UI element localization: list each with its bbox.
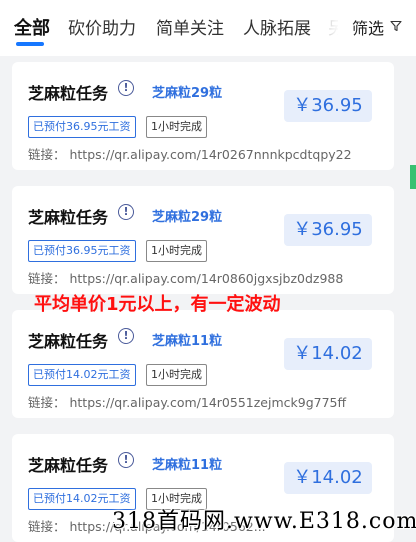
annotation-caption: 平均单价1元以上，有一定波动 [34, 294, 281, 315]
task-title: 芝麻粒任务 [28, 84, 109, 103]
task-title: 芝麻粒任务 [28, 208, 109, 227]
filter-button[interactable]: 筛选 [338, 12, 416, 46]
tab-bargain-help[interactable]: 砍价助力 [68, 14, 136, 39]
prepaid-badge: 已预付14.02元工资 [28, 364, 136, 386]
tab-all[interactable]: 全部 [14, 14, 50, 40]
help-icon[interactable]: ! [118, 204, 134, 220]
tab-simple-follow[interactable]: 简单关注 [156, 14, 224, 39]
help-icon[interactable]: ! [118, 80, 134, 96]
reward-label: 芝麻粒29粒 [152, 86, 223, 101]
reward-label: 芝麻粒29粒 [152, 210, 223, 225]
task-card[interactable]: 芝麻粒任务 ! 芝麻粒29粒 已预付36.95元工资 1小时完成 ￥36.95 … [12, 186, 394, 294]
price-button[interactable]: ￥36.95 [284, 90, 372, 122]
funnel-icon [390, 20, 402, 32]
time-limit-badge: 1小时完成 [146, 364, 207, 386]
task-card[interactable]: 芝麻粒任务 ! 芝麻粒11粒 已预付14.02元工资 1小时完成 ￥14.02 … [12, 310, 394, 418]
time-limit-badge: 1小时完成 [146, 116, 207, 138]
tab-network-expand[interactable]: 人脉拓展 [243, 14, 311, 39]
task-link[interactable]: 链接： https://qr.alipay.com/14r0860jgxsjbz… [28, 268, 343, 287]
task-link[interactable]: 链接： https://qr.alipay.com/14r0267nnnkpcd… [28, 144, 352, 163]
task-link[interactable]: 链接： https://qr.alipay.com/14r0551zejmck9… [28, 392, 346, 411]
site-watermark: 318首码网.www.E318.com [112, 509, 416, 534]
task-title: 芝麻粒任务 [28, 456, 109, 475]
prepaid-badge: 已预付36.95元工资 [28, 116, 136, 138]
price-button[interactable]: ￥14.02 [284, 462, 372, 494]
time-limit-badge: 1小时完成 [146, 240, 207, 262]
task-card[interactable]: 芝麻粒任务 ! 芝麻粒29粒 已预付36.95元工资 1小时完成 ￥36.95 … [12, 62, 394, 170]
filter-label: 筛选 [352, 19, 385, 38]
price-button[interactable]: ￥36.95 [284, 214, 372, 246]
category-tab-bar: 全部 砍价助力 简单关注 人脉拓展 另 筛选 [0, 0, 416, 56]
prepaid-badge: 已预付36.95元工资 [28, 240, 136, 262]
active-tab-indicator [16, 42, 44, 46]
help-icon[interactable]: ! [118, 328, 134, 344]
task-title: 芝麻粒任务 [28, 332, 109, 351]
reward-label: 芝麻粒11粒 [152, 334, 223, 349]
reward-label: 芝麻粒11粒 [152, 458, 223, 473]
price-button[interactable]: ￥14.02 [284, 338, 372, 370]
edge-scroll-marker [410, 165, 416, 189]
help-icon[interactable]: ! [118, 452, 134, 468]
